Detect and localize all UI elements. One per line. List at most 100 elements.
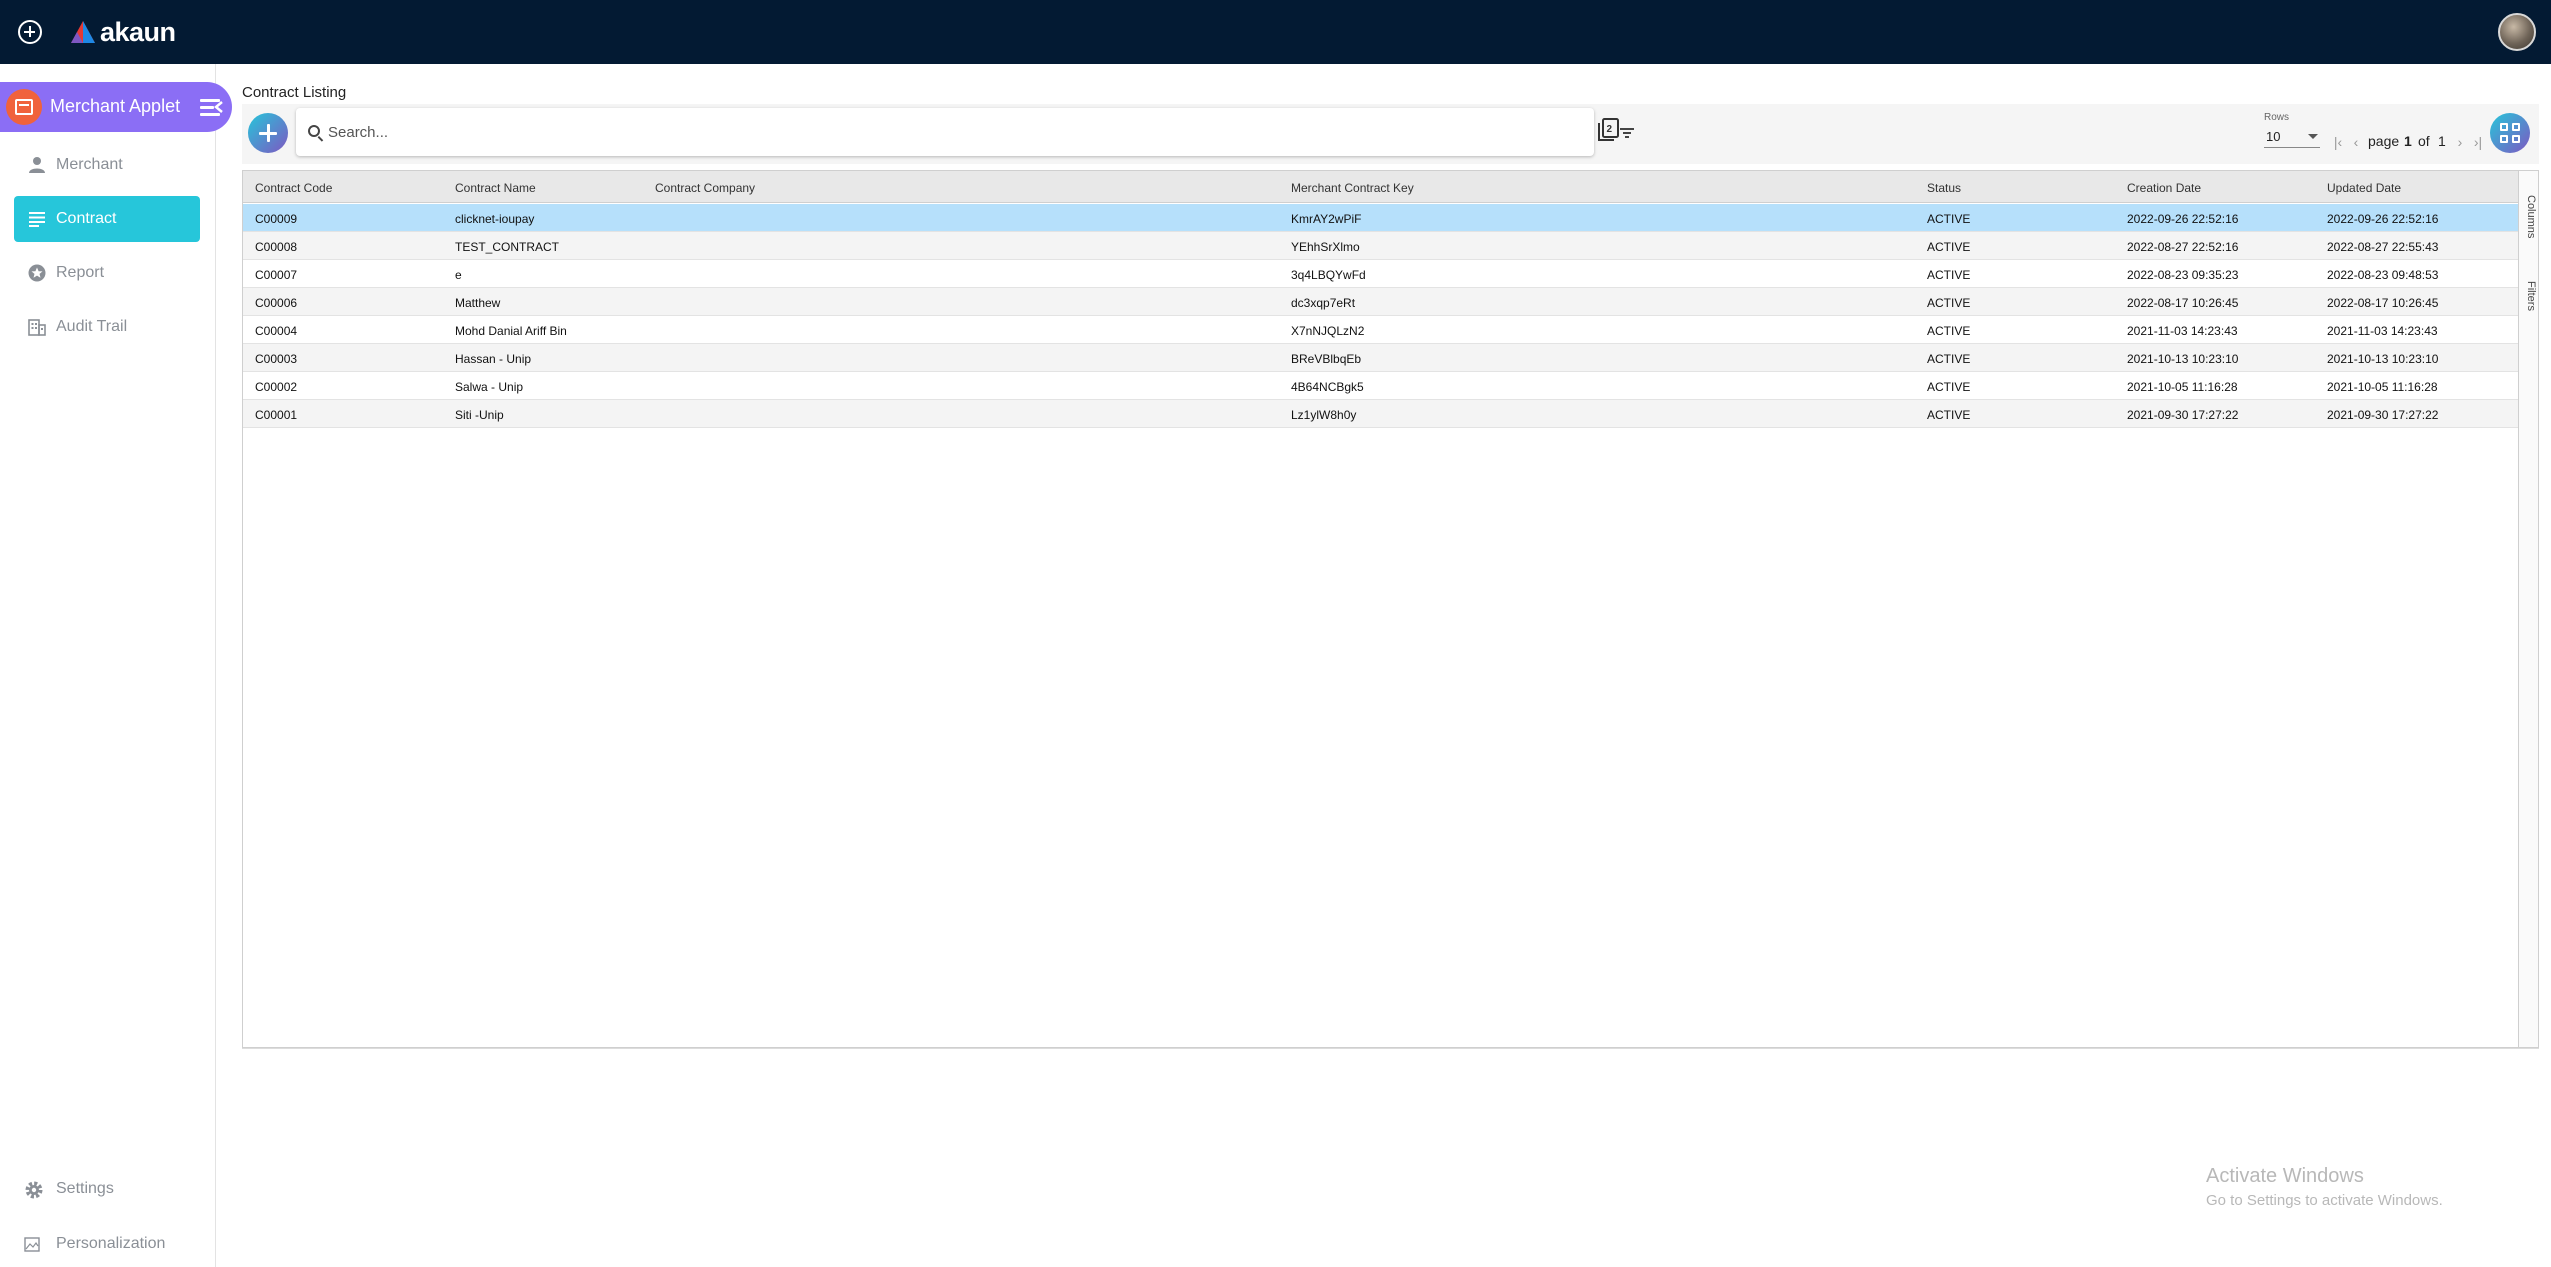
column-header-contract-company[interactable]: Contract Company [655, 181, 755, 195]
building-icon [28, 319, 46, 336]
sidebar-item-label: Contract [56, 210, 117, 227]
first-page-icon[interactable]: |‹ [2330, 132, 2346, 152]
app-name: akaun [100, 16, 176, 47]
grid-side-panel: Columns Filters [2518, 170, 2539, 1048]
column-header-merchant-contract-key[interactable]: Merchant Contract Key [1291, 181, 1414, 195]
table-row[interactable]: C00004 Mohd Danial Ariff Bin X7nNJQLzN2 ACT… [243, 316, 2518, 344]
next-page-icon[interactable]: › [2452, 132, 2468, 152]
cell-updated-date: 2021-09-30 17:27:22 [2327, 408, 2439, 422]
sidebar-item-settings[interactable]: Settings [24, 1175, 114, 1205]
search-icon [308, 125, 320, 137]
cell-contract-name: Salwa - Unip [455, 380, 524, 394]
filters-tab[interactable]: Filters [2521, 281, 2537, 311]
watermark-subtitle: Go to Settings to activate Windows. [2206, 1192, 2443, 1209]
sidebar-item-label: Report [56, 264, 105, 281]
prev-page-icon[interactable]: ‹ [2348, 132, 2364, 152]
add-circle-icon[interactable] [18, 20, 42, 44]
store-icon [6, 89, 42, 125]
cell-updated-date: 2021-11-03 14:23:43 [2327, 324, 2438, 338]
toolbar: 2 Rows 10 |‹ ‹ page 1 of 1 › ›| [242, 104, 2539, 164]
table-row[interactable]: C00006 Matthew dc3xqp7eRt ACTIVE 2022-08-17 … [243, 288, 2518, 316]
column-header-contract-name[interactable]: Contract Name [455, 181, 536, 195]
table-row[interactable]: C00008 TEST_CONTRACT YEhhSrXlmo ACTIVE 2022-… [243, 232, 2518, 260]
cell-contract-name: Siti -Unip [455, 408, 504, 422]
table-row[interactable]: C00001 Siti -Unip Lz1ylW8h0y ACTIVE 2021-09-… [243, 400, 2518, 428]
sidebar-item-label: Personalization [56, 1235, 166, 1252]
sidebar-item-personalization[interactable]: Personalization [24, 1230, 165, 1260]
contract-grid: Contract Code Contract Name Contract Com… [242, 170, 2520, 1048]
cell-status: ACTIVE [1927, 324, 1971, 338]
column-header-status[interactable]: Status [1927, 181, 1961, 195]
akaun-logo-icon [71, 21, 95, 43]
cell-merchant-contract-key: KmrAY2wPiF [1291, 212, 1362, 226]
cell-updated-date: 2022-08-27 22:55:43 [2327, 240, 2439, 254]
cell-contract-name: e [455, 268, 462, 282]
export-icon[interactable]: 2 [1598, 118, 1620, 142]
column-header-updated-date[interactable]: Updated Date [2327, 181, 2401, 195]
cell-contract-code: C00004 [255, 324, 298, 338]
cell-merchant-contract-key: Lz1ylW8h0y [1291, 408, 1357, 422]
search-input[interactable] [328, 120, 1528, 144]
total-pages: 1 [2438, 133, 2446, 149]
cell-creation-date: 2021-11-03 14:23:43 [2127, 324, 2238, 338]
cell-contract-name: Mohd Danial Ariff Bin [455, 324, 567, 338]
table-row[interactable]: C00003 Hassan - Unip BReVBlbqEb ACTIVE 2021-… [243, 344, 2518, 372]
star-icon [28, 264, 46, 282]
grid-view-button[interactable] [2490, 113, 2530, 153]
cell-creation-date: 2022-08-27 22:52:16 [2127, 240, 2239, 254]
of-word: of [2418, 133, 2430, 149]
cell-contract-code: C00003 [255, 352, 298, 366]
applet-title: Merchant Applet [50, 96, 181, 116]
cell-contract-code: C00006 [255, 296, 298, 310]
sidebar-item-label: Merchant [56, 156, 123, 173]
app-logo[interactable]: akaun [70, 14, 176, 50]
cell-creation-date: 2021-10-13 10:23:10 [2127, 352, 2239, 366]
menu-collapse-icon[interactable] [200, 97, 224, 117]
rows-value: 10 [2266, 129, 2281, 144]
sidebar-item-label: Audit Trail [56, 318, 128, 335]
sidebar: Merchant Applet Merchant Contract Report… [0, 64, 232, 1267]
page-title: Contract Listing [242, 84, 347, 101]
page-word: page [2368, 133, 2400, 149]
user-avatar[interactable] [2498, 13, 2536, 51]
cell-updated-date: 2022-09-26 22:52:16 [2327, 212, 2439, 226]
column-header-contract-code[interactable]: Contract Code [255, 181, 332, 195]
cell-merchant-contract-key: YEhhSrXlmo [1291, 240, 1360, 254]
cell-status: ACTIVE [1927, 240, 1971, 254]
table-row[interactable]: C00007 e 3q4LBQYwFd ACTIVE 2022-08-23 09:35:… [243, 260, 2518, 288]
cell-contract-code: C00008 [255, 240, 298, 254]
sidebar-item-merchant[interactable]: Merchant [14, 142, 200, 188]
columns-tab[interactable]: Columns [2521, 195, 2537, 238]
cell-status: ACTIVE [1927, 296, 1971, 310]
cell-contract-name: TEST_CONTRACT [455, 240, 560, 254]
column-header-creation-date[interactable]: Creation Date [2127, 181, 2201, 195]
sidebar-item-contract[interactable]: Contract [14, 196, 200, 242]
watermark-title: Activate Windows [2206, 1165, 2364, 1187]
svg-text:2: 2 [1607, 124, 1613, 135]
broken-image-icon [24, 1237, 40, 1252]
sidebar-item-audit-trail[interactable]: Audit Trail [14, 304, 200, 350]
add-contract-button[interactable] [248, 113, 288, 153]
table-row[interactable]: C00009 clicknet-ioupay KmrAY2wPiF ACTIVE 202… [243, 204, 2518, 232]
cell-creation-date: 2021-10-05 11:16:28 [2127, 380, 2238, 394]
list-icon [29, 212, 45, 227]
cell-merchant-contract-key: 3q4LBQYwFd [1291, 268, 1366, 282]
cell-contract-code: C00001 [255, 408, 298, 422]
person-icon [29, 157, 45, 173]
cell-status: ACTIVE [1927, 380, 1971, 394]
filter-icon[interactable] [1620, 128, 1634, 138]
cell-creation-date: 2022-08-17 10:26:45 [2127, 296, 2239, 310]
sidebar-item-report[interactable]: Report [14, 250, 200, 296]
cell-contract-name: Matthew [455, 296, 501, 310]
cell-contract-code: C00002 [255, 380, 298, 394]
cell-merchant-contract-key: BReVBlbqEb [1291, 352, 1362, 366]
cell-contract-code: C00009 [255, 212, 298, 226]
sidebar-item-label: Settings [56, 1180, 114, 1197]
rows-per-page-select[interactable]: 10 [2264, 126, 2320, 148]
grid-header: Contract Code Contract Name Contract Com… [243, 171, 2520, 203]
table-row[interactable]: C00002 Salwa - Unip 4B64NCBgk5 ACTIVE 2021-1… [243, 372, 2518, 400]
cell-status: ACTIVE [1927, 268, 1971, 282]
gear-icon [25, 1181, 43, 1199]
cell-status: ACTIVE [1927, 212, 1971, 226]
last-page-icon[interactable]: ›| [2470, 132, 2486, 152]
